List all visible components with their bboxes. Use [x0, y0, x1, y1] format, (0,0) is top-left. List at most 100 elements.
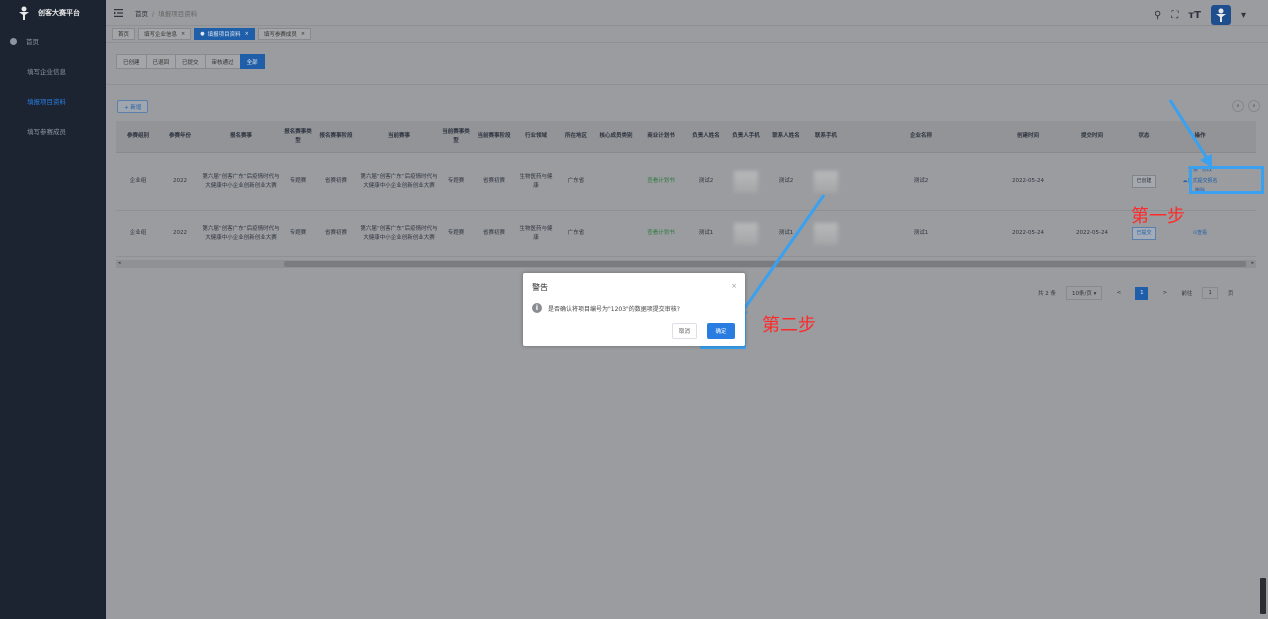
table-row: 企业组 2022 第六届“创客广东”后疫情时代与大健康中小企业创新创业大赛 专题… [116, 211, 1256, 257]
breadcrumb-current: 填报项目资料 [158, 9, 198, 18]
page-size-value: 10条/页 [1072, 291, 1092, 297]
active-dot-icon: ● [200, 31, 205, 37]
cell-contact: 测试1 [778, 230, 794, 237]
view-plan-link[interactable]: 查看计划书 [636, 211, 686, 256]
tab-project-info[interactable]: ● 填报项目资料 × [194, 28, 255, 40]
col-header: 状态 [1138, 133, 1150, 140]
cell-current: 第六届“创客广东”后疫情时代与大健康中小企业创新创业大赛 [360, 226, 438, 241]
status-badge: 已创建 [1132, 174, 1156, 189]
search-toggle-icon[interactable]: ⌕ [1232, 100, 1244, 112]
tab-company-info[interactable]: 填写企业信息 × [138, 28, 192, 40]
view-link[interactable]: ⊙查看 [1193, 230, 1207, 238]
search-icon[interactable]: ⚲ [1154, 10, 1161, 21]
cell-contest-stage: 省赛初赛 [324, 230, 347, 237]
cell-contact-phone [806, 153, 846, 210]
cell-company: 测试2 [913, 178, 929, 185]
scroll-right-icon[interactable]: ▸ [1251, 260, 1254, 266]
cancel-button[interactable]: 取消 [671, 323, 697, 339]
status-badge: 已提交 [1132, 226, 1156, 241]
tab-home[interactable]: 首页 [112, 28, 136, 40]
close-icon[interactable]: × [731, 282, 737, 290]
add-button[interactable]: + 新增 [117, 100, 149, 113]
topbar: 首页 / 填报项目资料 ⚲ ⛶ тT ▾ [106, 0, 1268, 26]
filter-submitted[interactable]: 已提交 [175, 54, 206, 69]
app-name: 创客大赛平台 [38, 9, 80, 17]
table-tools: ⌕ ⌕ [1232, 100, 1260, 112]
col-header: 参赛年份 [168, 133, 191, 140]
page-unit: 页 [1227, 291, 1234, 297]
cell-company: 测试1 [913, 230, 929, 237]
close-icon[interactable]: × [245, 31, 249, 37]
sidebar-item-label: 填报项目资料 [27, 98, 66, 106]
total-count: 共 2 条 [1038, 291, 1056, 297]
refresh-icon[interactable]: ⌕ [1248, 100, 1260, 112]
tab-label: 填报项目资料 [207, 32, 241, 38]
font-size-icon[interactable]: тT [1188, 10, 1201, 21]
sidebar-item-home[interactable]: 首页 [0, 26, 106, 56]
tab-members[interactable]: 填写参赛成员 × [257, 28, 312, 40]
menu-fold-icon[interactable] [114, 8, 123, 17]
col-header: 负责人手机 [732, 133, 760, 140]
cell-year: 2022 [173, 230, 187, 237]
col-header: 当前赛事阶段 [477, 133, 511, 140]
filter-returned[interactable]: 已退回 [145, 54, 177, 69]
cell-industry: 生物医药与健康 [519, 174, 553, 189]
cell-group: 企业组 [129, 230, 147, 237]
cell-current-type: 专题赛 [447, 230, 465, 237]
info-icon: i [532, 303, 542, 313]
logo-row: 创客大赛平台 [0, 0, 106, 26]
col-header: 创建时间 [1016, 133, 1039, 140]
redacted-phone [734, 170, 758, 193]
status-filter-group: 已创建 已退回 已提交 审核通过 全部 [116, 54, 265, 69]
cell-created: 2022-05-24 [1012, 230, 1044, 237]
dialog-message-row: i 是否确认将项目编号为"1203"的数据项提交审核? [532, 303, 680, 313]
table-header: 参赛组别 参赛年份 报名赛事 报名赛事类型 报名赛事阶段 当前赛事 当前赛事类型… [116, 121, 1256, 153]
avatar[interactable] [1210, 5, 1231, 25]
filter-approved[interactable]: 审核通过 [204, 54, 241, 69]
pagination: 共 2 条 10条/页 ▾ < 1 > 前往 1 页 [1038, 286, 1233, 300]
step2-label: 第二步 [762, 315, 816, 336]
next-page-button[interactable]: > [1158, 287, 1171, 300]
col-header: 报名赛事 [229, 133, 252, 140]
breadcrumb-home[interactable]: 首页 [135, 10, 148, 18]
cell-contest: 第六届“创客广东”后疫情时代与大健康中小企业创新创业大赛 [202, 174, 280, 189]
view-plan-link[interactable]: 查看计划书 [636, 153, 686, 210]
horizontal-scrollbar[interactable]: ◂ ▸ [116, 260, 1256, 268]
sidebar-item-project-info[interactable]: 填报项目资料 [0, 86, 106, 116]
cell-contest-type: 专题赛 [289, 178, 307, 185]
step1-label: 第一步 [1131, 206, 1185, 227]
col-header: 操作 [1194, 133, 1206, 140]
close-icon[interactable]: × [181, 31, 185, 37]
dialog-title: 警告 [532, 283, 548, 292]
close-icon[interactable]: × [301, 31, 305, 37]
col-header: 报名赛事类型 [284, 129, 312, 144]
scroll-left-icon[interactable]: ◂ [118, 260, 121, 266]
cell-contest-stage: 省赛初赛 [324, 178, 347, 185]
col-header: 企业名称 [909, 133, 932, 140]
col-header: 联系人姓名 [772, 133, 800, 140]
col-header: 商业计划书 [647, 133, 675, 140]
page-size-select[interactable]: 10条/页 ▾ [1066, 286, 1103, 300]
col-header: 核心成员类别 [599, 133, 633, 140]
filter-created[interactable]: 已创建 [116, 54, 147, 69]
tab-label: 填写参赛成员 [263, 32, 297, 38]
sidebar-item-members[interactable]: 填写参赛成员 [0, 116, 106, 146]
page-scrollbar[interactable] [1260, 578, 1266, 614]
prev-page-button[interactable]: < [1112, 287, 1125, 300]
sidebar-item-company-info[interactable]: 填写企业信息 [0, 56, 106, 86]
redacted-phone [814, 170, 838, 193]
filter-all[interactable]: 全部 [239, 54, 265, 69]
cell-leader-phone [726, 211, 766, 256]
page-1-button[interactable]: 1 [1135, 286, 1149, 300]
goto-input[interactable]: 1 [1202, 287, 1218, 299]
avatar-logo-icon [1215, 8, 1226, 22]
cell-group: 企业组 [129, 178, 147, 185]
chevron-down-icon[interactable]: ▾ [1241, 10, 1246, 21]
confirm-dialog: 警告 × i 是否确认将项目编号为"1203"的数据项提交审核? 取消 确定 [523, 273, 745, 346]
scrollbar-thumb[interactable] [284, 261, 1246, 267]
confirm-button[interactable]: 确定 [707, 323, 735, 339]
fullscreen-icon[interactable]: ⛶ [1171, 10, 1178, 21]
col-header: 当前赛事类型 [442, 129, 470, 144]
goto-label: 前往 [1181, 291, 1193, 297]
breadcrumb-separator: / [152, 9, 155, 18]
